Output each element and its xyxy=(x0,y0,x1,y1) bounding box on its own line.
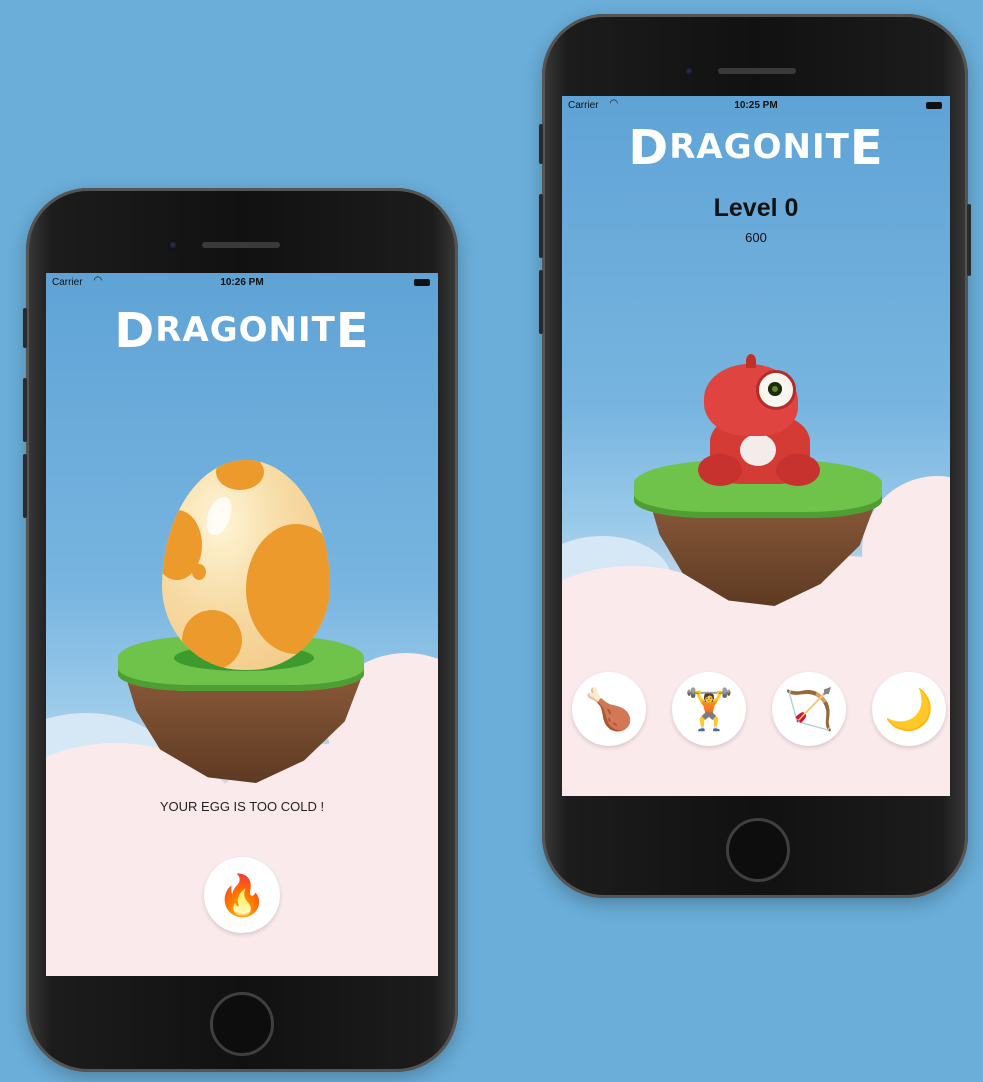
home-button[interactable] xyxy=(726,818,790,882)
status-bar: Carrier ◠ 10:25 PM xyxy=(562,96,950,114)
train-button[interactable]: 🏋 xyxy=(672,672,746,746)
level-label: Level 0 xyxy=(713,194,799,222)
right-phone: Carrier ◠ 10:25 PM DRAGONITE Level 0 600 xyxy=(539,14,971,898)
dragon-foot xyxy=(698,454,742,486)
hunt-button[interactable]: 🏹 xyxy=(772,672,846,746)
status-time: 10:25 PM xyxy=(734,100,778,111)
front-camera xyxy=(168,240,178,250)
status-time: 10:26 PM xyxy=(220,277,264,288)
dragon-horn xyxy=(746,354,756,368)
side-button xyxy=(23,378,27,442)
side-button xyxy=(23,454,27,518)
egg-status-message: YOUR EGG IS TOO COLD ! xyxy=(159,799,325,814)
sleep-button[interactable]: 🌙 xyxy=(872,672,946,746)
dragon-foot xyxy=(776,454,820,486)
home-button[interactable] xyxy=(210,992,274,1056)
egg-spot xyxy=(246,524,330,654)
feed-button[interactable]: 🍗 xyxy=(572,672,646,746)
side-button xyxy=(539,270,543,334)
egg-spot xyxy=(216,460,264,490)
warm-egg-button[interactable]: 🔥 xyxy=(204,857,280,933)
status-bar: Carrier ◠ 10:26 PM xyxy=(46,273,438,291)
battery-icon xyxy=(414,279,430,286)
egg-spot xyxy=(182,610,242,670)
dragon-character xyxy=(692,354,822,488)
egg-highlight xyxy=(201,493,237,539)
egg-spot xyxy=(192,564,206,580)
battery-icon xyxy=(926,102,942,109)
left-phone: Carrier ◠ 10:26 PM DRAGONITE YOUR EGG IS… xyxy=(23,188,458,1072)
side-button xyxy=(539,124,543,164)
fire-icon: 🔥 xyxy=(217,873,267,918)
side-button xyxy=(23,308,27,348)
dumbbell-icon: 🏋 xyxy=(684,687,734,732)
bow-arrow-icon: 🏹 xyxy=(784,687,834,732)
sleep-moon-icon: 🌙 xyxy=(884,687,934,732)
front-camera xyxy=(684,66,694,76)
dragon-belly xyxy=(740,434,776,466)
app-logo: DRAGONITE xyxy=(628,120,884,176)
left-screen: Carrier ◠ 10:26 PM DRAGONITE YOUR EGG IS… xyxy=(46,273,438,976)
speaker-grille xyxy=(718,68,796,74)
dragon-pupil xyxy=(768,382,782,396)
meat-icon: 🍗 xyxy=(584,687,634,732)
dragon-egg xyxy=(162,460,330,670)
score-value: 600 xyxy=(745,230,767,245)
speaker-grille xyxy=(202,242,280,248)
side-button xyxy=(539,194,543,258)
power-button xyxy=(967,204,971,276)
right-screen: Carrier ◠ 10:25 PM DRAGONITE Level 0 600 xyxy=(562,96,950,796)
app-logo: DRAGONITE xyxy=(114,303,370,359)
